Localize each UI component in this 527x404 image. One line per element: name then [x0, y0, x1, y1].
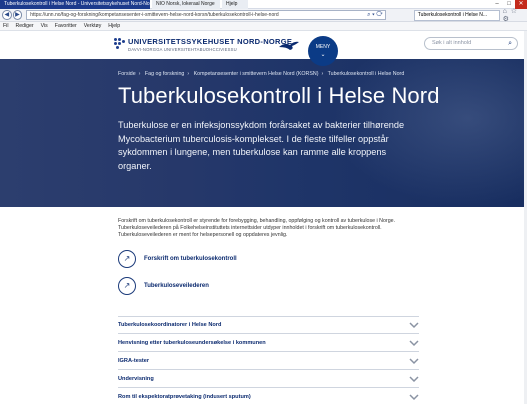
menu-item-favorites[interactable]: Favoritter: [55, 23, 77, 29]
chevron-down-icon: [409, 339, 419, 346]
breadcrumb-separator: ›: [138, 71, 141, 77]
chevron-down-icon: [409, 393, 419, 400]
search-input[interactable]: Søk i alt innhold ⌕: [424, 37, 518, 50]
url-field[interactable]: https://unn.no/fag-og-forskning/kompetan…: [26, 10, 386, 20]
forward-button[interactable]: ▶: [12, 10, 23, 20]
accordion-label: Henvisning etter tuberkuloseundersøkelse…: [118, 339, 266, 346]
accordion-label: Tuberkulosekoordinatorer i Helse Nord: [118, 322, 222, 328]
accordion-item[interactable]: Tuberkulosekoordinatorer i Helse Nord: [118, 316, 419, 334]
accordion-item[interactable]: IGRA-tester: [118, 352, 419, 370]
breadcrumb-current: Tuberkulosekontroll i Helse Nord: [327, 71, 405, 77]
chevron-down-icon: ⌄: [320, 52, 326, 58]
chevron-down-icon: [409, 357, 419, 364]
menu-button[interactable]: MENY ⌄: [308, 36, 338, 66]
accordion-label: Undervisning: [118, 375, 154, 382]
address-tab[interactable]: Tuberkulosekontroll i Helse N...: [413, 9, 500, 21]
bird-logo-icon: [279, 41, 299, 50]
accordion: Tuberkulosekoordinatorer i Helse Nord He…: [118, 316, 419, 404]
search-icon[interactable]: ⌕: [508, 38, 512, 49]
accordion-item[interactable]: Henvisning etter tuberkuloseundersøkelse…: [118, 334, 419, 352]
accordion-item[interactable]: Undervisning: [118, 370, 419, 388]
accordion-item[interactable]: Rom til ekspektoratprøvetaking (indusert…: [118, 388, 419, 404]
address-bar: ◀ ▶ https://unn.no/fag-og-forskning/komp…: [0, 7, 527, 23]
page-lead: Tuberkulose er en infeksjonssykdom forår…: [118, 120, 405, 171]
toolbar-icons[interactable]: ⌂ ☆ ⚙: [503, 7, 527, 23]
breadcrumb-item[interactable]: Kompetansesenter i smittevern Helse Nord…: [194, 71, 319, 77]
search-placeholder: Søk i alt innhold: [432, 40, 472, 46]
browser-tab-3[interactable]: Hjelp: [222, 0, 248, 9]
hero-banner: Forside › Fag og forskning › Kompetansesen…: [0, 59, 527, 207]
browser-tab-2[interactable]: NIO Norsk, lokeraal Norge: [152, 0, 220, 9]
url-text: https://unn.no/fag-og-forskning/kompetan…: [30, 12, 279, 18]
minimize-button[interactable]: –: [491, 0, 503, 9]
intro-paragraph: Forskrift om tuberkulosekontroll er styr…: [118, 218, 396, 238]
browser-tab-active[interactable]: Tuberkulosekontroll i Helse Nord - Unive…: [0, 0, 150, 9]
link-forskrift[interactable]: ↗ Forskrift om tuberkulosekontroll: [118, 250, 237, 268]
link-tuberkuloseveilederen[interactable]: ↗ Tuberkuloseveilederen: [118, 277, 209, 295]
back-button[interactable]: ◀: [2, 10, 12, 20]
logo-subtitle: DAVVI-NORGGA UNIVERSITEHTABUOHCCIVIESSU: [128, 47, 237, 52]
menu-item-view[interactable]: Vis: [41, 23, 48, 29]
menu-bar: Fil Rediger Vis Favoritter Verktøy Hjelp: [0, 22, 527, 31]
logo-title[interactable]: UNIVERSITETSSYKEHUSET NORD-NORGE: [128, 37, 292, 46]
arrow-up-right-icon: ↗: [118, 277, 136, 295]
arrow-up-right-icon: ↗: [118, 250, 136, 268]
menu-item-help[interactable]: Hjelp: [108, 23, 120, 29]
chevron-down-icon: [409, 322, 419, 329]
chevron-down-icon: [409, 375, 419, 382]
breadcrumb-item[interactable]: Fag og forskning: [145, 71, 184, 77]
page-title: Tuberkulosekontroll i Helse Nord: [118, 83, 440, 108]
accordion-label: Rom til ekspektoratprøvetaking (indusert…: [118, 393, 251, 400]
logo-icon[interactable]: [114, 38, 125, 49]
search-icon[interactable]: ⌕ ▾ ⟳: [367, 11, 383, 19]
menu-item-file[interactable]: Fil: [3, 23, 8, 29]
menu-item-tools[interactable]: Verktøy: [84, 23, 102, 29]
link-label[interactable]: Forskrift om tuberkulosekontroll: [144, 256, 237, 262]
breadcrumb-separator: ›: [321, 71, 324, 77]
browser-titlebar: Tuberkulosekontroll i Helse Nord - Unive…: [0, 0, 527, 9]
breadcrumb-separator: ›: [187, 71, 190, 77]
breadcrumb-item[interactable]: Forside: [118, 71, 136, 77]
menu-button-label: MENY: [315, 44, 331, 50]
breadcrumb: Forside › Fag og forskning › Kompetansesen…: [118, 71, 404, 77]
accordion-label: IGRA-tester: [118, 357, 150, 364]
menu-item-edit[interactable]: Rediger: [15, 23, 33, 29]
link-label[interactable]: Tuberkuloseveilederen: [144, 283, 209, 289]
